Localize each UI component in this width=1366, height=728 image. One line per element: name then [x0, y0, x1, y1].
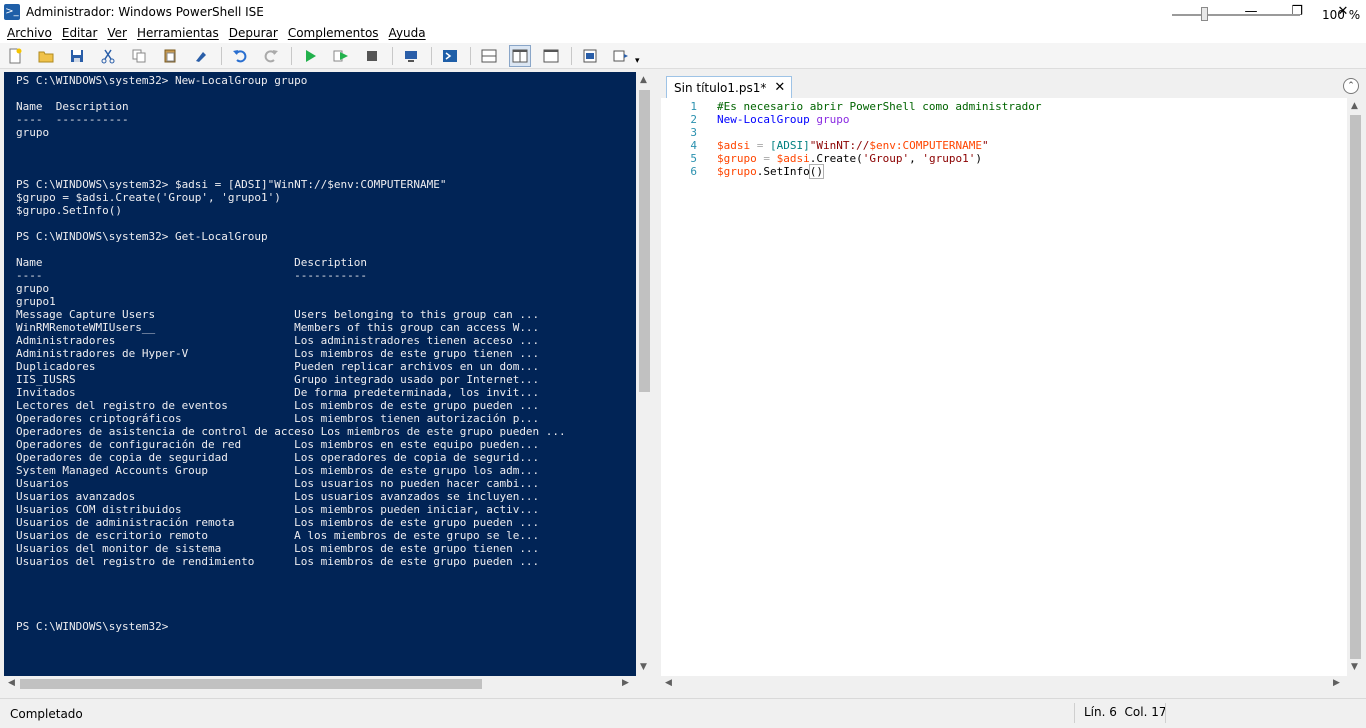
open-icon[interactable]: [35, 45, 57, 67]
show-command-icon[interactable]: [579, 45, 601, 67]
status-text: Completado: [10, 707, 83, 721]
code-line: $grupo.SetInfo(): [717, 164, 825, 179]
line-number: 3: [690, 126, 697, 139]
toolbar: ▾: [0, 43, 1366, 69]
copy-icon[interactable]: [128, 45, 150, 67]
code-line: New-LocalGroup grupo: [717, 113, 850, 126]
status-bar: Completado Lín. 6 Col. 17: [0, 698, 1366, 728]
script-editor[interactable]: 123456 #Es necesario abrir PowerShell co…: [661, 98, 1347, 676]
window-title: Administrador: Windows PowerShell ISE: [26, 4, 264, 19]
save-icon[interactable]: [66, 45, 88, 67]
toolbar-separator: [221, 46, 222, 65]
menu-complementos[interactable]: Complementos: [283, 26, 384, 40]
run-icon[interactable]: [299, 45, 321, 67]
layout-right-icon[interactable]: [509, 44, 531, 67]
editor-vertical-scrollbar[interactable]: ▲ ▼: [1347, 98, 1364, 676]
console-pane[interactable]: PS C:\WINDOWS\system32> New-LocalGroup g…: [4, 72, 636, 676]
editor-horizontal-scrollbar[interactable]: ◀ ▶: [661, 676, 1347, 692]
toolbar-overflow-icon[interactable]: ▾: [635, 56, 640, 66]
scroll-left-icon[interactable]: ◀: [665, 678, 672, 688]
line-number: 6: [690, 165, 697, 178]
console-vertical-scrollbar[interactable]: ▲ ▼: [636, 72, 653, 676]
toolbar-separator: [571, 46, 572, 65]
scroll-up-icon[interactable]: ▲: [1351, 101, 1358, 111]
pane-splitter[interactable]: [653, 72, 661, 692]
code-line: $grupo = $adsi.Create('Group', 'grupo1'): [717, 152, 982, 165]
code-line: #Es necesario abrir PowerShell como admi…: [717, 100, 1042, 113]
status-separator: [1074, 703, 1075, 723]
scroll-down-icon[interactable]: ▼: [640, 662, 647, 672]
toolbar-separator: [392, 46, 393, 65]
layout-top-icon[interactable]: [478, 45, 500, 67]
show-addon-icon[interactable]: [610, 45, 632, 67]
menu-archivo[interactable]: Archivo: [2, 26, 57, 40]
line-number: 1: [690, 100, 697, 113]
zoom-level: 100 %: [1322, 8, 1361, 22]
line-number: 5: [690, 152, 697, 165]
menu-herramientas[interactable]: Herramientas: [132, 26, 224, 40]
menu-editar[interactable]: Editar: [57, 26, 103, 40]
toolbar-separator: [291, 46, 292, 65]
console-output: PS C:\WINDOWS\system32> New-LocalGroup g…: [16, 74, 566, 633]
scroll-right-icon[interactable]: ▶: [1333, 678, 1340, 688]
script-code: #Es necesario abrir PowerShell como admi…: [717, 100, 1042, 179]
menu-ver[interactable]: Ver: [102, 26, 132, 40]
zoom-slider-thumb[interactable]: [1201, 7, 1208, 21]
layout-max-icon[interactable]: [540, 45, 562, 67]
menu-ayuda[interactable]: Ayuda: [384, 26, 431, 40]
zoom-slider-track[interactable]: [1172, 14, 1300, 16]
clear-console-icon[interactable]: [190, 45, 212, 67]
run-selection-icon[interactable]: [330, 45, 352, 67]
editor-vscroll-thumb[interactable]: [1350, 115, 1361, 659]
console-horizontal-scrollbar[interactable]: ◀ ▶: [4, 676, 636, 692]
stop-icon[interactable]: [361, 45, 383, 67]
console-vscroll-thumb[interactable]: [639, 90, 650, 392]
scroll-left-icon[interactable]: ◀: [8, 678, 15, 688]
maximize-button[interactable]: ❐: [1274, 0, 1320, 23]
new-icon[interactable]: [4, 45, 26, 67]
tab-sin-titulo1[interactable]: Sin título1.ps1* ✕: [666, 76, 793, 98]
tab-close-icon[interactable]: ✕: [774, 80, 785, 95]
editor-tab-strip: Sin título1.ps1* ✕: [661, 72, 1366, 98]
line-number: 4: [690, 139, 697, 152]
scroll-up-icon[interactable]: ▲: [640, 75, 647, 85]
remote-powershell-icon[interactable]: [400, 45, 422, 67]
toolbar-separator: [470, 46, 471, 65]
code-line: $adsi = [ADSI]"WinNT://$env:COMPUTERNAME…: [717, 139, 989, 152]
collapse-script-pane-icon[interactable]: ⌃: [1343, 78, 1359, 94]
scroll-right-icon[interactable]: ▶: [622, 678, 629, 688]
undo-icon[interactable]: [229, 45, 251, 67]
powershell-icon[interactable]: [439, 45, 461, 67]
cursor-position: Lín. 6 Col. 17: [1084, 705, 1167, 719]
title-bar: >_ Administrador: Windows PowerShell ISE…: [0, 0, 1366, 23]
line-number-gutter: 123456: [661, 100, 697, 178]
menu-bar: Archivo Editar Ver Herramientas Depurar …: [0, 23, 1366, 43]
minimize-button[interactable]: —: [1228, 0, 1274, 23]
line-number: 2: [690, 113, 697, 126]
menu-depurar[interactable]: Depurar: [224, 26, 283, 40]
redo-icon[interactable]: [260, 45, 282, 67]
scroll-down-icon[interactable]: ▼: [1351, 662, 1358, 672]
tab-label: Sin título1.ps1*: [674, 80, 767, 95]
console-hscroll-thumb[interactable]: [20, 679, 482, 689]
status-separator: [1165, 703, 1166, 723]
cut-icon[interactable]: [97, 45, 119, 67]
paste-icon[interactable]: [159, 45, 181, 67]
powershell-app-icon: >_: [4, 3, 20, 20]
toolbar-separator: [431, 46, 432, 65]
